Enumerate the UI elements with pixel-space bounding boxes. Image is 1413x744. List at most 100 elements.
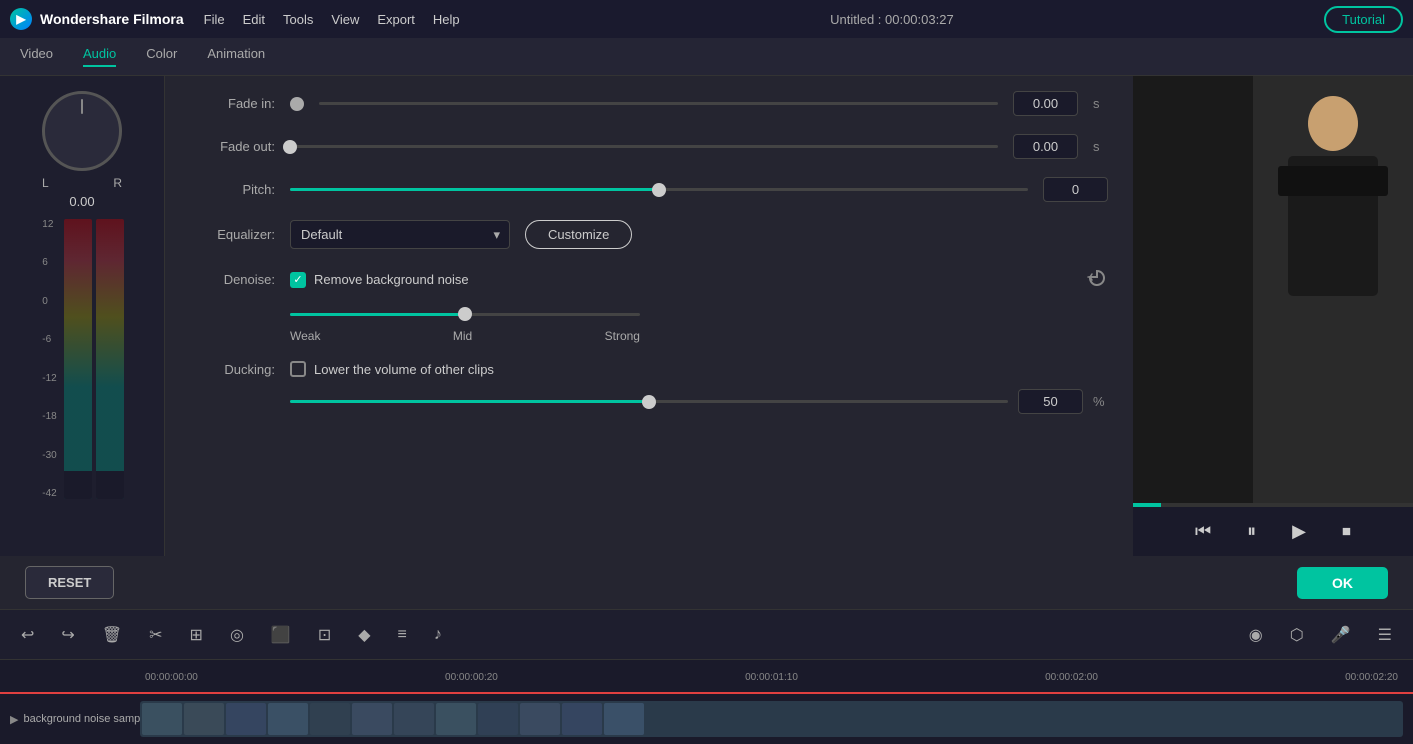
clip-frame-10 xyxy=(520,703,560,735)
play-pause-button[interactable]: ⏸ xyxy=(1239,517,1264,546)
clip-frame-5 xyxy=(310,703,350,735)
pitch-row: Pitch: xyxy=(190,177,1108,202)
timeline-toolbar: ↩ ↪ 🗑 ✂ ⊞ ◎ ⬛ ⊡ ◆ ≡ ♪ ◉ ⬡ 🎤 ☰ xyxy=(0,609,1413,659)
ducking-checkbox[interactable]: Lower the volume of other clips xyxy=(290,361,494,377)
menu-edit[interactable]: Edit xyxy=(243,12,265,27)
clip-frame-7 xyxy=(394,703,434,735)
fade-out-slider[interactable] xyxy=(290,137,998,157)
list-button[interactable]: ☰ xyxy=(1372,621,1398,649)
fit-button[interactable]: ⬛ xyxy=(265,621,297,649)
ducking-section: Ducking: Lower the volume of other clips… xyxy=(190,361,1108,414)
undo-button[interactable]: ↩ xyxy=(15,621,40,649)
level-meter: 12 6 0 -6 -12 -18 -30 -42 xyxy=(40,219,123,499)
fade-in-unit: s xyxy=(1093,96,1108,111)
equalizer-row: Equalizer: Default Flat Classical Dance … xyxy=(190,220,1108,249)
audio-button[interactable]: ♪ xyxy=(428,622,448,648)
stop-button[interactable]: ⏹ xyxy=(1334,517,1359,546)
left-channel-label: L xyxy=(42,176,49,190)
menu-export[interactable]: Export xyxy=(377,12,415,27)
fade-in-slider[interactable] xyxy=(319,94,998,114)
volume-knob[interactable] xyxy=(42,91,122,171)
ruler-mark-0: 00:00:00:00 xyxy=(145,672,198,683)
clip-frame-9 xyxy=(478,703,518,735)
window-title: Untitled : 00:00:03:27 xyxy=(480,12,1304,27)
pitch-slider[interactable] xyxy=(290,180,1028,200)
reset-button[interactable]: RESET xyxy=(25,566,114,599)
rewind-button[interactable]: ⏮ xyxy=(1187,517,1219,546)
ducking-checkbox-icon[interactable] xyxy=(290,361,306,377)
ruler-mark-4: 00:00:02:20 xyxy=(1345,672,1398,683)
redo-button[interactable]: ↪ xyxy=(55,621,80,649)
forward-button[interactable]: ▶ xyxy=(1284,517,1314,546)
ducking-lower-label: Lower the volume of other clips xyxy=(314,362,494,377)
fade-out-row: Fade out: s xyxy=(190,134,1108,159)
menu-file[interactable]: File xyxy=(204,12,225,27)
track-label: background noise sample xyxy=(23,713,148,725)
shield-button[interactable]: ⬡ xyxy=(1284,621,1310,649)
track-clip[interactable] xyxy=(140,701,1403,737)
remove-bg-noise-checkbox[interactable]: ✓ Remove background noise xyxy=(290,272,469,288)
meter-label-minus30: -30 xyxy=(42,450,56,461)
denoise-strong-label: Strong xyxy=(605,329,640,343)
denoise-label: Denoise: xyxy=(190,272,275,287)
menu-view[interactable]: View xyxy=(331,12,359,27)
clip-frame-8 xyxy=(436,703,476,735)
fade-in-input[interactable] xyxy=(1013,91,1078,116)
denoise-checkbox-icon[interactable]: ✓ xyxy=(290,272,306,288)
clip-frame-1 xyxy=(142,703,182,735)
customize-button[interactable]: Customize xyxy=(525,220,632,249)
preview-progress-fill xyxy=(1133,503,1161,507)
equalizer-select[interactable]: Default Flat Classical Dance Pop Rock xyxy=(290,220,510,249)
clip-frame-6 xyxy=(352,703,392,735)
clip-frame-3 xyxy=(226,703,266,735)
preview-progress[interactable] xyxy=(1133,503,1413,507)
fade-in-row: Fade in: s xyxy=(190,91,1108,116)
denoise-slider-area: Weak Mid Strong xyxy=(290,304,1108,343)
ripple-button[interactable]: ◉ xyxy=(1243,621,1269,649)
ok-button[interactable]: OK xyxy=(1297,567,1388,599)
ruler-mark-2: 00:00:01:10 xyxy=(745,672,798,683)
pitch-input[interactable] xyxy=(1043,177,1108,202)
fade-out-input[interactable] xyxy=(1013,134,1078,159)
menu-help[interactable]: Help xyxy=(433,12,460,27)
menu-items: File Edit Tools View Export Help xyxy=(204,12,460,27)
tab-video[interactable]: Video xyxy=(20,46,53,67)
pitch-label: Pitch: xyxy=(190,182,275,197)
ducking-slider[interactable] xyxy=(290,392,1008,412)
fade-out-label: Fade out: xyxy=(190,139,275,154)
left-panel: L R 0.00 12 6 0 -6 -12 -18 -30 -42 xyxy=(0,76,165,556)
denoise-reset-icon[interactable] xyxy=(1086,267,1108,292)
expand-button[interactable]: ⊡ xyxy=(312,621,337,649)
menu-tools[interactable]: Tools xyxy=(283,12,313,27)
meter-label-minus6: -6 xyxy=(42,334,56,345)
keyframe-button[interactable]: ◆ xyxy=(352,621,376,649)
delete-button[interactable]: 🗑 xyxy=(96,621,128,649)
equalizer-select-wrapper: Default Flat Classical Dance Pop Rock xyxy=(290,220,510,249)
meter-label-0: 0 xyxy=(42,296,56,307)
settings-button[interactable]: ≡ xyxy=(392,622,413,648)
tab-animation[interactable]: Animation xyxy=(207,46,265,67)
meter-label-minus18: -18 xyxy=(42,411,56,422)
track-play-icon[interactable]: ▶ xyxy=(10,713,18,726)
clip-frames xyxy=(140,701,646,737)
mic-button[interactable]: 🎤 xyxy=(1325,621,1357,649)
tutorial-button[interactable]: Tutorial xyxy=(1324,6,1403,33)
ducking-value-input[interactable] xyxy=(1018,389,1083,414)
cut-button[interactable]: ✂ xyxy=(143,621,168,649)
right-meter-bar xyxy=(96,471,124,499)
meter-label-12: 12 xyxy=(42,219,56,230)
tab-color[interactable]: Color xyxy=(146,46,177,67)
fade-out-unit: s xyxy=(1093,139,1108,154)
ruler-mark-1: 00:00:00:20 xyxy=(445,672,498,683)
equalizer-label: Equalizer: xyxy=(190,227,275,242)
crop-button[interactable]: ⊞ xyxy=(184,621,209,649)
ducking-unit: % xyxy=(1093,394,1108,409)
tab-audio[interactable]: Audio xyxy=(83,46,116,67)
rotation-button[interactable]: ◎ xyxy=(224,621,250,649)
denoise-row: Denoise: ✓ Remove background noise xyxy=(190,267,1108,292)
meter-label-6: 6 xyxy=(42,257,56,268)
fade-in-thumb[interactable] xyxy=(290,97,304,111)
denoise-slider[interactable] xyxy=(290,304,640,324)
denoise-section: Denoise: ✓ Remove background noise xyxy=(190,267,1108,343)
playback-controls: ⏮ ⏸ ▶ ⏹ xyxy=(1133,507,1413,556)
